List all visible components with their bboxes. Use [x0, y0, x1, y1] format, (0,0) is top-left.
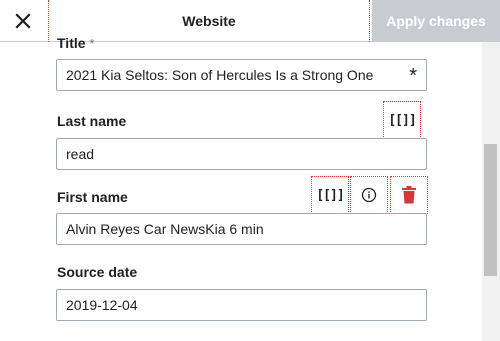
first-name-delete-button[interactable]: [390, 176, 428, 214]
close-icon: [15, 13, 31, 29]
source-date-input[interactable]: 2019-12-04: [56, 289, 427, 321]
close-button[interactable]: [0, 0, 46, 42]
apply-changes-button[interactable]: Apply changes: [372, 0, 500, 42]
required-asterisk-icon: *: [409, 65, 417, 87]
dialog-title: Website: [48, 0, 370, 42]
title-input[interactable]: 2021 Kia Seltos: Son of Hercules Is a St…: [56, 59, 427, 91]
title-required-indicator: *: [89, 36, 95, 51]
first-name-label: First name: [57, 189, 128, 205]
first-name-input[interactable]: Alvin Reyes Car NewsKia 6 min: [56, 213, 427, 245]
first-name-wikitext-button[interactable]: [[]]: [311, 176, 349, 214]
first-name-info-button[interactable]: [350, 176, 388, 214]
last-name-input[interactable]: read: [56, 138, 427, 170]
last-name-wikitext-button[interactable]: [[]]: [383, 101, 421, 139]
scrollbar-thumb[interactable]: [484, 144, 497, 276]
source-date-label: Source date: [57, 264, 138, 280]
last-name-label: Last name: [57, 113, 127, 129]
trash-icon: [402, 186, 416, 204]
info-icon: [361, 187, 377, 203]
wikitext-icon: [[]]: [316, 187, 344, 203]
citation-editor: Website Apply changes Title * 2021 Kia S…: [0, 0, 500, 341]
title-label: Title *: [57, 35, 95, 51]
wikitext-icon: [[]]: [388, 112, 416, 128]
